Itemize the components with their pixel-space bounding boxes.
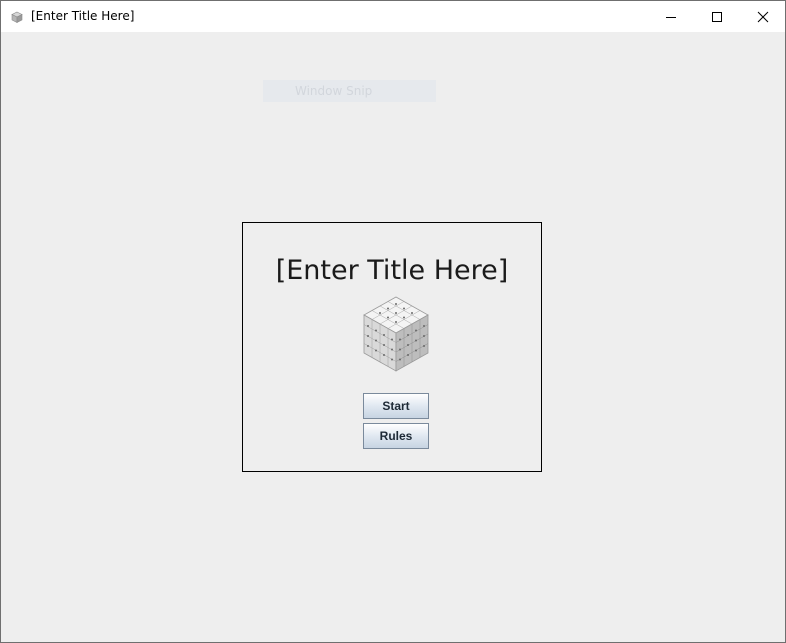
main-menu-panel: [Enter Title Here] Start Rules: [242, 222, 542, 472]
minimize-icon: [666, 16, 676, 18]
content-area: Window Snip [Enter Title Here] Start Rul…: [1, 32, 785, 642]
letter-cube-logo: [363, 296, 429, 372]
title-bar[interactable]: [Enter Title Here]: [1, 1, 785, 32]
close-button[interactable]: [740, 1, 786, 32]
window-snip-overlay: Window Snip: [263, 80, 436, 102]
rules-button[interactable]: Rules: [363, 423, 429, 449]
app-window: [Enter Title Here] Window Snip [Enter Ti…: [0, 0, 786, 643]
maximize-button[interactable]: [694, 1, 740, 32]
minimize-button[interactable]: [648, 1, 694, 32]
game-title: [Enter Title Here]: [275, 255, 509, 286]
maximize-icon: [712, 11, 722, 22]
app-cube-icon: [11, 11, 23, 23]
start-button[interactable]: Start: [363, 393, 429, 419]
close-icon: [757, 11, 769, 22]
window-title: [Enter Title Here]: [31, 9, 135, 23]
